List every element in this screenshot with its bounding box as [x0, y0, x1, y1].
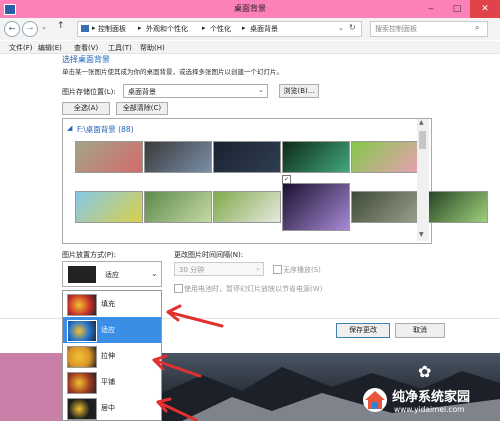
watermark-url: www.yidaimei.com — [394, 405, 465, 414]
maximize-button[interactable]: □ — [444, 0, 470, 18]
folder-label: F:\桌面背景 (88) — [77, 125, 134, 134]
address-bar[interactable]: ▸ 控制面板 ▸ 外观和个性化 ▸ 个性化 ▸ 桌面背景 ⌄ ↻ — [77, 21, 362, 37]
menu-tools[interactable]: 工具(T) — [108, 43, 132, 53]
position-value: 适应 — [105, 271, 119, 279]
position-dropdown: 填充适应拉伸平铺居中 — [62, 290, 162, 421]
breadcrumb-personalization[interactable]: 个性化 — [210, 24, 231, 34]
thumb-blossom[interactable] — [420, 191, 488, 223]
path-arrow-icon: ▸ — [138, 24, 142, 32]
save-changes-button[interactable]: 保存更改 — [336, 323, 390, 338]
thumb-lake-mountain[interactable] — [144, 141, 212, 173]
interval-select[interactable]: 30 分钟 ⌄ — [174, 262, 264, 276]
thumb-dark-space[interactable] — [213, 141, 281, 173]
option-label: 拉伸 — [101, 352, 115, 360]
position-option[interactable]: 居中 — [63, 395, 161, 421]
up-button[interactable]: ↑ — [57, 21, 65, 31]
location-value: 桌面背景 — [128, 88, 156, 96]
back-arrow-icon: ← — [8, 24, 16, 33]
chevron-down-icon: ⌄ — [151, 269, 158, 278]
option-label: 适应 — [101, 326, 115, 334]
gallery-scrollbar[interactable]: ▲ ▼ — [417, 119, 429, 241]
page-heading: 选择桌面背景 — [62, 55, 110, 64]
option-thumbnail-icon — [67, 320, 97, 342]
shuffle-checkbox[interactable] — [273, 265, 282, 274]
minimize-button[interactable]: ‒ — [418, 0, 444, 18]
path-arrow-icon: ▸ — [92, 24, 96, 32]
thumb-green-plant[interactable] — [282, 141, 350, 173]
location-select[interactable]: 桌面背景 ⌄ — [123, 84, 268, 98]
battery-checkbox[interactable] — [174, 284, 183, 293]
option-label: 平铺 — [101, 378, 115, 386]
location-label: 图片存储位置(L): — [62, 88, 116, 96]
option-thumbnail-icon — [67, 372, 97, 394]
thumb-checkbox[interactable]: ✓ — [282, 175, 291, 184]
path-arrow-icon: ▸ — [202, 24, 206, 32]
watermark-name: 纯净系统家园 — [392, 390, 471, 405]
chevron-down-icon: ⌄ — [258, 86, 264, 94]
scroll-thumb[interactable] — [419, 131, 426, 149]
search-input[interactable]: 搜索控制面板 ⌕ — [370, 21, 488, 37]
thumb-green-sprout[interactable] — [144, 191, 212, 223]
page-description: 单击某一张图片使其成为你的桌面背景，或选择多张图片以创建一个幻灯片。 — [62, 68, 283, 76]
close-button[interactable]: ✕ — [470, 0, 500, 18]
home-logo-icon — [363, 388, 387, 412]
scroll-up-icon[interactable]: ▲ — [419, 119, 424, 126]
battery-label: 使用电池时，暂停幻灯片放映以节省电源(W) — [184, 285, 323, 293]
position-option[interactable]: 填充 — [63, 291, 161, 317]
thumb-purple-burst[interactable] — [282, 183, 350, 231]
interval-label: 更改图片时间间隔(N): — [174, 251, 244, 259]
control-panel-icon — [81, 25, 89, 32]
position-option[interactable]: 适应 — [63, 317, 161, 343]
position-label: 图片放置方式(P): — [62, 251, 117, 259]
option-label: 填充 — [101, 300, 115, 308]
fit-thumbnail-icon — [68, 266, 96, 283]
thumb-cartoon[interactable] — [75, 141, 143, 173]
menu-edit[interactable]: 编辑(E) — [38, 43, 62, 53]
thumb-green-cartoon[interactable] — [351, 141, 419, 173]
clear-all-button[interactable]: 全部清除(C) — [116, 102, 168, 115]
select-all-button[interactable]: 全选(A) — [62, 102, 110, 115]
thumb-yellow-flower[interactable] — [75, 191, 143, 223]
paw-icon: ✿ — [418, 362, 432, 381]
browse-button[interactable]: 浏览(B)... — [279, 84, 319, 98]
interval-value: 30 分钟 — [179, 266, 205, 274]
position-option[interactable]: 拉伸 — [63, 343, 161, 369]
menu-file[interactable]: 文件(F) — [9, 43, 33, 53]
search-placeholder: 搜索控制面板 — [375, 25, 417, 33]
recent-chevron-icon[interactable]: ⌄ — [41, 23, 47, 31]
image-gallery: ◢ F:\桌面背景 (88) ✓ — [62, 118, 488, 244]
forward-arrow-icon: → — [26, 24, 34, 33]
chevron-down-icon: ⌄ — [255, 264, 261, 272]
menu-help[interactable]: 帮助(H) — [140, 43, 165, 53]
back-button[interactable]: ← — [4, 21, 20, 37]
cancel-button[interactable]: 取消 — [395, 323, 445, 338]
forward-button[interactable]: → — [22, 21, 38, 37]
position-select[interactable]: 适应 ⌄ — [62, 261, 162, 287]
breadcrumb-control-panel[interactable]: 控制面板 — [98, 24, 126, 34]
breadcrumb-appearance[interactable]: 外观和个性化 — [146, 24, 188, 34]
watermark-logo: 纯净系统家园 www.yidaimei.com — [358, 383, 496, 417]
option-thumbnail-icon — [67, 294, 97, 316]
path-arrow-icon: ▸ — [242, 24, 246, 32]
collapse-arrow-icon[interactable]: ◢ — [67, 124, 72, 132]
address-dropdown-icon[interactable]: ⌄ — [338, 24, 344, 32]
minimize-icon: ‒ — [428, 4, 434, 14]
thumb-daisies[interactable] — [213, 191, 281, 223]
close-icon: ✕ — [481, 4, 489, 14]
shuffle-label: 无序播放(S) — [283, 266, 321, 274]
refresh-icon[interactable]: ↻ — [349, 23, 356, 32]
maximize-icon: □ — [452, 4, 462, 14]
breadcrumb-desktop-background[interactable]: 桌面背景 — [250, 24, 278, 34]
option-thumbnail-icon — [67, 398, 97, 420]
position-option[interactable]: 平铺 — [63, 369, 161, 395]
menu-view[interactable]: 查看(V) — [74, 43, 98, 53]
thumb-kittens[interactable] — [351, 191, 419, 223]
option-label: 居中 — [101, 404, 115, 412]
option-thumbnail-icon — [67, 346, 97, 368]
search-icon: ⌕ — [475, 23, 480, 32]
scroll-down-icon[interactable]: ▼ — [419, 231, 424, 238]
